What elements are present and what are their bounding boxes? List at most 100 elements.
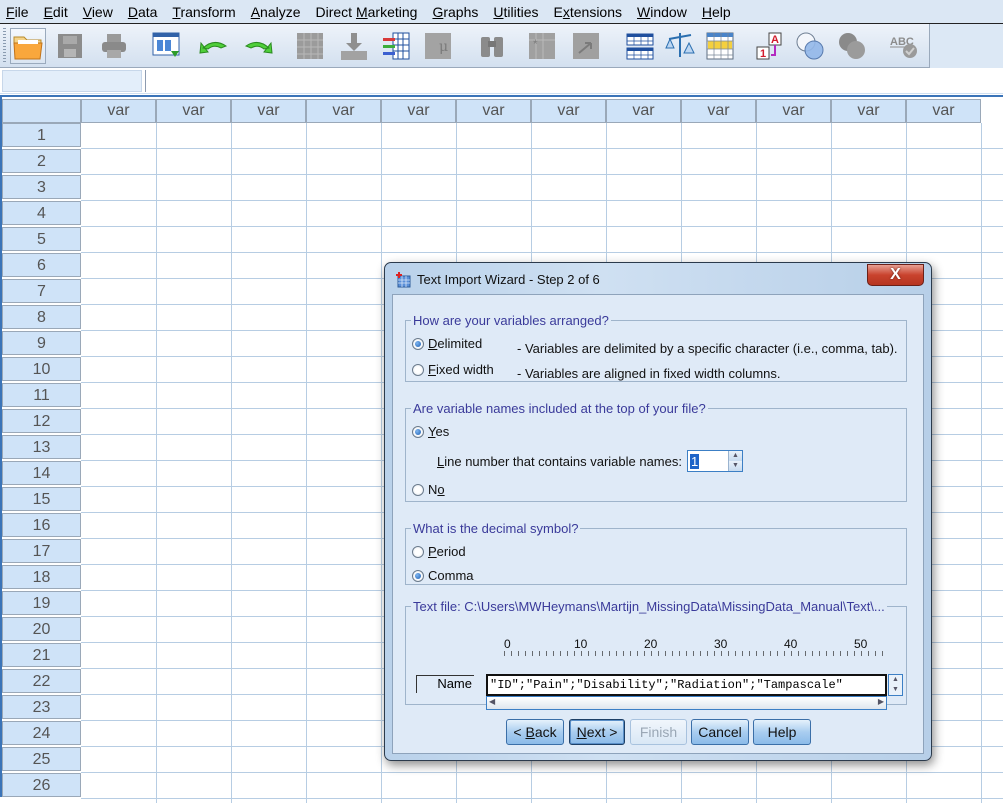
split-file-button[interactable] — [622, 28, 658, 64]
scroll-left-icon[interactable]: ◀ — [489, 697, 495, 706]
menu-view[interactable]: View — [77, 0, 122, 24]
radio-period-indicator[interactable] — [412, 545, 424, 558]
row-header[interactable]: 21 — [2, 643, 81, 667]
row-header[interactable]: 12 — [2, 409, 81, 433]
row-header[interactable]: 17 — [2, 539, 81, 563]
recall-dialog-button[interactable] — [148, 28, 184, 64]
radio-yes-indicator[interactable] — [412, 425, 424, 438]
spell-check-button[interactable]: ABC — [886, 28, 922, 64]
select-cases-button[interactable] — [702, 28, 738, 64]
menu-extensions[interactable]: Extensions — [548, 0, 632, 24]
row-header[interactable]: 7 — [2, 279, 81, 303]
menu-edit[interactable]: Edit — [38, 0, 77, 24]
insert-cases-button[interactable]: * — [524, 28, 560, 64]
column-header[interactable]: var — [756, 99, 831, 123]
row-header[interactable]: 2 — [2, 149, 81, 173]
cell-reference-field[interactable] — [2, 70, 142, 92]
row-header[interactable]: 23 — [2, 695, 81, 719]
undo-button[interactable] — [196, 28, 232, 64]
spin-down-icon[interactable]: ▼ — [728, 461, 742, 471]
row-header[interactable]: 1 — [2, 123, 81, 147]
finish-button[interactable]: Finish — [630, 719, 687, 745]
row-header[interactable]: 19 — [2, 591, 81, 615]
radio-fixed-width[interactable]: Fixed width — [412, 362, 494, 377]
radio-comma-indicator[interactable] — [412, 569, 424, 582]
redo-button[interactable] — [240, 28, 276, 64]
radio-delimited-indicator[interactable] — [412, 337, 424, 350]
run-descriptives-button[interactable]: μ — [420, 28, 456, 64]
row-header[interactable]: 16 — [2, 513, 81, 537]
show-all-variables-button[interactable] — [834, 28, 870, 64]
radio-names-yes[interactable]: Yes — [412, 424, 449, 439]
row-header[interactable]: 25 — [2, 747, 81, 771]
column-header[interactable]: var — [831, 99, 906, 123]
column-header[interactable]: var — [231, 99, 306, 123]
menu-file[interactable]: File — [0, 0, 38, 24]
scroll-right-icon[interactable]: ▶ — [878, 697, 884, 706]
menu-window[interactable]: Window — [631, 0, 696, 24]
row-header[interactable]: 24 — [2, 721, 81, 745]
spin-up-icon[interactable]: ▲ — [728, 451, 742, 461]
column-header[interactable]: var — [156, 99, 231, 123]
variables-button[interactable] — [378, 28, 414, 64]
column-header[interactable]: var — [306, 99, 381, 123]
column-header[interactable]: var — [681, 99, 756, 123]
toolbar-grip[interactable] — [3, 28, 6, 64]
column-header[interactable]: var — [381, 99, 456, 123]
menu-transform[interactable]: Transform — [166, 0, 244, 24]
preview-vertical-scrollbar[interactable]: ▲ ▼ — [888, 674, 903, 696]
menu-utilities[interactable]: Utilities — [487, 0, 547, 24]
column-header[interactable]: var — [906, 99, 981, 123]
close-button[interactable]: X — [867, 264, 924, 286]
menu-graphs[interactable]: Graphs — [426, 0, 487, 24]
value-labels-button[interactable]: A1 — [752, 28, 788, 64]
row-header[interactable]: 14 — [2, 461, 81, 485]
row-header[interactable]: 6 — [2, 253, 81, 277]
cancel-button[interactable]: Cancel — [691, 719, 749, 745]
row-header[interactable]: 5 — [2, 227, 81, 251]
menu-direct-marketing[interactable]: Direct Marketing — [310, 0, 427, 24]
row-header[interactable]: 26 — [2, 773, 81, 797]
radio-fixed-width-indicator[interactable] — [412, 363, 424, 376]
open-folder-button[interactable] — [10, 28, 46, 64]
weight-cases-button[interactable] — [662, 28, 698, 64]
column-header[interactable]: var — [531, 99, 606, 123]
row-header[interactable]: 10 — [2, 357, 81, 381]
menu-help[interactable]: Help — [696, 0, 740, 24]
file-preview-line[interactable]: "ID";"Pain";"Disability";"Radiation";"Ta… — [486, 674, 887, 696]
row-header[interactable]: 8 — [2, 305, 81, 329]
line-number-value[interactable]: 1 — [690, 454, 700, 469]
radio-comma[interactable]: Comma — [412, 568, 474, 583]
row-header[interactable]: 3 — [2, 175, 81, 199]
preview-horizontal-scrollbar[interactable]: ◀ ▶ — [486, 696, 887, 710]
print-button[interactable] — [96, 28, 132, 64]
column-header[interactable]: var — [81, 99, 156, 123]
radio-period[interactable]: Period — [412, 544, 466, 559]
row-header[interactable]: 11 — [2, 383, 81, 407]
goto-case-button[interactable] — [292, 28, 328, 64]
column-header[interactable]: var — [606, 99, 681, 123]
goto-variable-button[interactable] — [336, 28, 372, 64]
row-header[interactable]: 15 — [2, 487, 81, 511]
help-button[interactable]: Help — [753, 719, 811, 745]
row-header[interactable]: 13 — [2, 435, 81, 459]
grid-corner[interactable] — [2, 99, 81, 123]
row-header[interactable]: 22 — [2, 669, 81, 693]
insert-variable-button[interactable] — [568, 28, 604, 64]
next-button[interactable]: Next > — [569, 719, 625, 745]
menu-data[interactable]: Data — [122, 0, 167, 24]
row-header[interactable]: 18 — [2, 565, 81, 589]
line-number-spinner[interactable]: 1 ▲ ▼ — [687, 450, 743, 472]
column-header[interactable]: var — [456, 99, 531, 123]
radio-delimited[interactable]: Delimited — [412, 336, 482, 351]
row-header[interactable]: 9 — [2, 331, 81, 355]
row-header[interactable]: 4 — [2, 201, 81, 225]
radio-no-indicator[interactable] — [412, 483, 424, 496]
back-button[interactable]: < Back — [506, 719, 564, 745]
radio-names-no[interactable]: No — [412, 482, 445, 497]
use-variable-sets-button[interactable] — [792, 28, 828, 64]
menu-analyze[interactable]: Analyze — [245, 0, 310, 24]
row-header[interactable]: 20 — [2, 617, 81, 641]
find-button[interactable] — [474, 28, 510, 64]
save-button[interactable] — [52, 28, 88, 64]
